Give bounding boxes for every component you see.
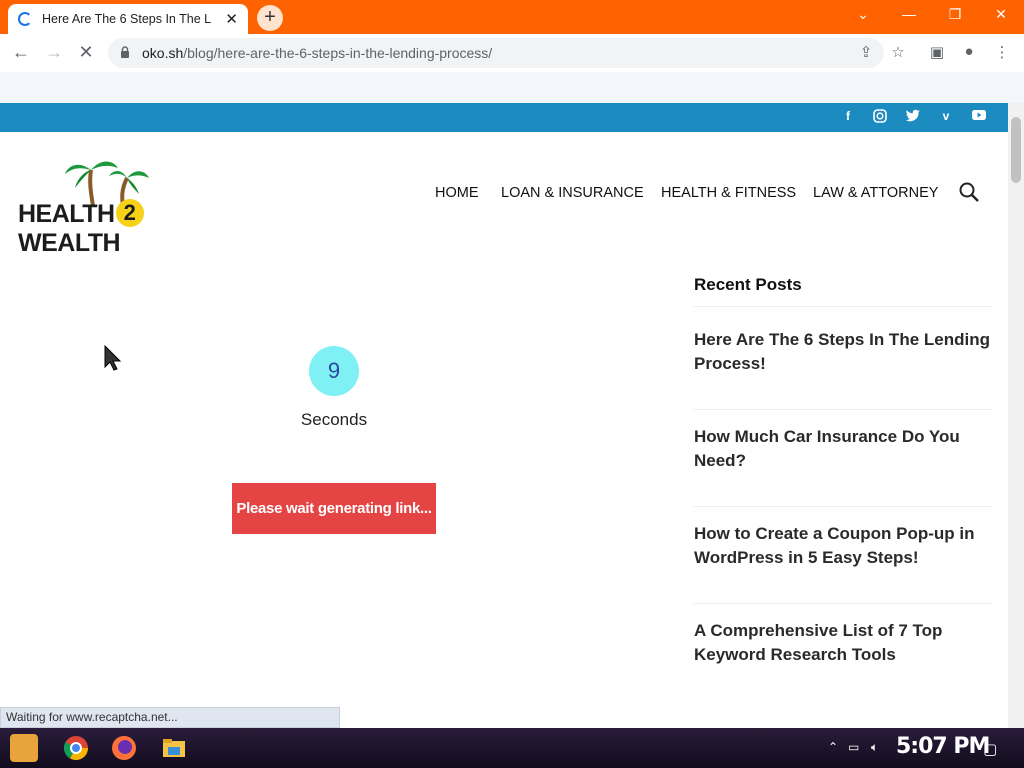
bookmark-star-icon[interactable]: ☆ — [888, 43, 908, 61]
address-bar[interactable]: oko.sh/blog/here-are-the-6-steps-in-the-… — [108, 38, 884, 68]
os-taskbar: ⌃ ▭ 🔈︎ 5:07 PM ▢ — [0, 728, 1024, 768]
restore-icon[interactable]: ❐ — [945, 6, 965, 23]
url-domain: oko.sh — [142, 45, 184, 61]
share-icon[interactable]: ⇪ — [856, 43, 876, 61]
social-topbar: f v — [0, 103, 1008, 132]
start-menu-icon[interactable] — [10, 734, 38, 762]
logo-word-health: HEALTH — [18, 200, 115, 228]
tab-title: Here Are The 6 Steps In The L — [42, 12, 212, 26]
recent-posts-heading: Recent Posts — [694, 275, 802, 294]
scroll-thumb[interactable] — [1011, 117, 1021, 183]
notification-icon[interactable]: ▢ — [983, 740, 997, 758]
nav-health-fitness[interactable]: HEALTH & FITNESS — [661, 185, 796, 201]
browser-toolbar: ← → ✕ oko.sh/blog/here-are-the-6-steps-i… — [0, 34, 1024, 72]
divider — [694, 506, 992, 507]
tab-search-chevron-icon[interactable]: ⌄ — [853, 6, 873, 23]
instagram-icon[interactable] — [870, 109, 890, 127]
chrome-icon[interactable] — [62, 734, 90, 762]
browser-titlebar: Here Are The 6 Steps In The L ✕ + ⌄ — ❐ … — [0, 0, 1024, 34]
recent-post-link[interactable]: Here Are The 6 Steps In The Lending Proc… — [694, 328, 992, 376]
profile-avatar-icon[interactable]: ● — [959, 43, 979, 60]
tab-close-icon[interactable]: ✕ — [225, 10, 238, 28]
file-explorer-icon[interactable] — [160, 734, 188, 762]
new-tab-button[interactable]: + — [257, 5, 283, 31]
url-path: /blog/here-are-the-6-steps-in-the-lendin… — [183, 45, 493, 61]
page-scrollbar[interactable] — [1008, 103, 1024, 728]
mouse-cursor-icon — [104, 345, 122, 371]
generate-link-button[interactable]: Please wait generating link... — [232, 483, 436, 534]
browser-tab[interactable]: Here Are The 6 Steps In The L ✕ — [8, 4, 248, 34]
logo-word-wealth: WEALTH — [18, 229, 121, 258]
countdown-unit-label: Seconds — [300, 410, 368, 429]
twitter-icon[interactable] — [903, 109, 923, 127]
side-panel-icon[interactable]: ▣ — [927, 43, 947, 61]
close-window-icon[interactable]: ✕ — [991, 6, 1011, 23]
recent-post-link[interactable]: How Much Car Insurance Do You Need? — [694, 425, 992, 473]
bookmarks-bar — [0, 72, 1024, 103]
recent-post-link[interactable]: A Comprehensive List of 7 Top Keyword Re… — [694, 619, 992, 667]
more-menu-icon[interactable]: ⋮ — [992, 43, 1012, 61]
firefox-icon[interactable] — [110, 734, 138, 762]
divider — [694, 409, 992, 410]
nav-home[interactable]: HOME — [435, 185, 479, 201]
divider — [694, 603, 992, 604]
web-page: f v HEALTH2WEALTH HOME LOAN & INSURANCE — [0, 103, 1008, 728]
browser-status-bar: Waiting for www.recaptcha.net... — [0, 707, 340, 728]
nav-loan-insurance[interactable]: LOAN & INSURANCE — [501, 185, 644, 201]
forward-arrow-icon[interactable]: → — [43, 42, 65, 63]
youtube-icon[interactable] — [969, 109, 989, 127]
taskbar-clock[interactable]: 5:07 PM — [896, 734, 990, 759]
facebook-icon[interactable]: f — [838, 109, 858, 127]
site-logo[interactable]: HEALTH 2WEALTH — [18, 158, 202, 257]
divider — [694, 306, 992, 307]
stop-loading-icon[interactable]: ✕ — [75, 42, 97, 63]
vimeo-icon[interactable]: v — [936, 109, 956, 127]
loading-spinner-icon — [18, 12, 32, 26]
back-arrow-icon[interactable]: ← — [10, 42, 32, 63]
countdown-counter: 9 — [309, 346, 359, 396]
url-text[interactable]: oko.sh/blog/here-are-the-6-steps-in-the-… — [142, 45, 492, 61]
tray-chevron-icon[interactable]: ⌃ — [828, 740, 838, 754]
nav-law-attorney[interactable]: LAW & ATTORNEY — [813, 185, 938, 201]
volume-icon[interactable]: 🔈︎ — [871, 740, 878, 755]
search-icon[interactable] — [958, 181, 980, 203]
lock-icon — [121, 46, 129, 58]
network-icon[interactable]: ▭ — [848, 740, 859, 754]
logo-text: HEALTH 2WEALTH — [18, 199, 202, 258]
recent-post-link[interactable]: How to Create a Coupon Pop-up in WordPre… — [694, 522, 992, 570]
minimize-icon[interactable]: — — [899, 6, 919, 22]
logo-number: 2 — [115, 199, 144, 228]
